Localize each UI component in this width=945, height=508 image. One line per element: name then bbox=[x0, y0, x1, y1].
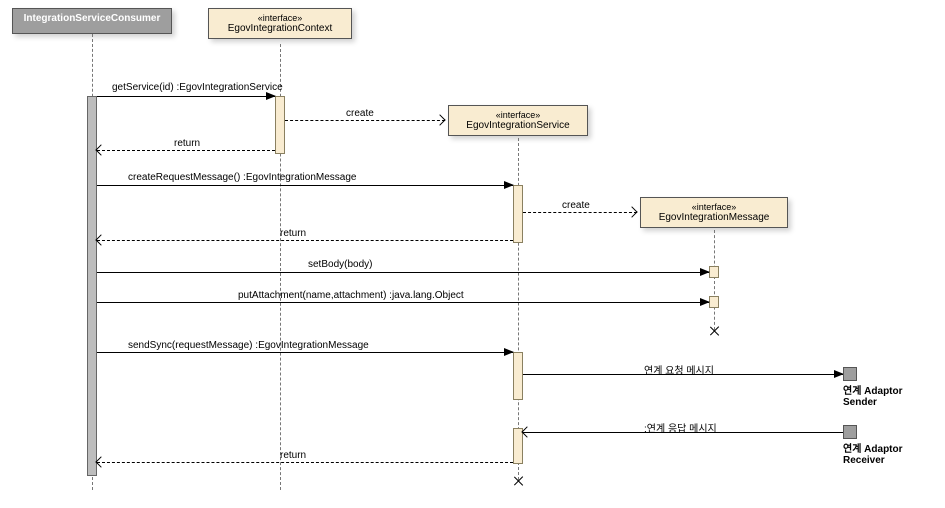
participant-message-name: EgovIntegrationMessage bbox=[659, 212, 770, 223]
receiver-box bbox=[843, 425, 857, 439]
msg-return3-label: return bbox=[280, 450, 306, 461]
msg-create2-label: create bbox=[562, 200, 590, 211]
msg-return1-label: return bbox=[174, 138, 200, 149]
activation-consumer bbox=[87, 96, 97, 476]
msg-setbody-arrowhead bbox=[700, 268, 710, 276]
sender-label: 연계 Adaptor Sender bbox=[843, 386, 923, 408]
activation-service-1 bbox=[513, 185, 523, 243]
participant-context-name: EgovIntegrationContext bbox=[228, 23, 333, 34]
msg-sendsync-arrow bbox=[97, 352, 513, 353]
participant-service-stereotype: «interface» bbox=[457, 110, 579, 120]
msg-getservice-arrow bbox=[97, 96, 275, 97]
msg-return1-arrowhead bbox=[95, 144, 106, 155]
msg-reply-arrowhead bbox=[521, 426, 532, 437]
msg-reply-label: :연계 응답 메시지 bbox=[644, 420, 717, 435]
msg-return3-arrow bbox=[97, 462, 513, 463]
msg-putattachment-arrowhead bbox=[700, 298, 710, 306]
msg-putattachment-label: putAttachment(name,attachment) :java.lan… bbox=[238, 290, 464, 301]
msg-create2-arrowhead bbox=[626, 206, 637, 217]
activation-service-2 bbox=[513, 352, 523, 400]
msg-create1-arrowhead bbox=[434, 114, 445, 125]
msg-create2-arrow bbox=[523, 212, 637, 213]
participant-service-name: EgovIntegrationService bbox=[466, 120, 569, 131]
activation-context bbox=[275, 96, 285, 154]
lifeline-message bbox=[714, 230, 715, 330]
msg-return3-arrowhead bbox=[95, 456, 106, 467]
msg-getservice-arrowhead bbox=[266, 92, 276, 100]
msg-return2-arrow bbox=[97, 240, 513, 241]
msg-setbody-label: setBody(body) bbox=[308, 259, 372, 270]
activation-msg-1 bbox=[709, 266, 719, 278]
msg-setbody-arrow bbox=[97, 272, 709, 273]
msg-return1-arrow bbox=[97, 150, 275, 151]
msg-create1-arrow bbox=[285, 120, 445, 121]
participant-context-stereotype: «interface» bbox=[217, 13, 343, 23]
msg-sendsync-label: sendSync(requestMessage) :EgovIntegratio… bbox=[128, 340, 369, 351]
msg-return2-label: return bbox=[280, 228, 306, 239]
participant-service: «interface» EgovIntegrationService bbox=[448, 105, 588, 136]
participant-consumer: IntegrationServiceConsumer bbox=[12, 8, 172, 34]
msg-createrequest-arrowhead bbox=[504, 181, 514, 189]
participant-context: «interface» EgovIntegrationContext bbox=[208, 8, 352, 39]
activation-msg-2 bbox=[709, 296, 719, 308]
msg-request-label: 연계 요청 메시지 bbox=[644, 362, 714, 377]
participant-consumer-name: IntegrationServiceConsumer bbox=[24, 13, 161, 24]
msg-return2-arrowhead bbox=[95, 234, 106, 245]
receiver-label: 연계 Adaptor Receiver bbox=[843, 444, 943, 466]
msg-createrequest-label: createRequestMessage() :EgovIntegrationM… bbox=[128, 172, 356, 183]
msg-createrequest-arrow bbox=[97, 185, 513, 186]
participant-message-stereotype: «interface» bbox=[649, 202, 779, 212]
msg-putattachment-arrow bbox=[97, 302, 709, 303]
participant-message: «interface» EgovIntegrationMessage bbox=[640, 197, 788, 228]
activation-service-3 bbox=[513, 428, 523, 464]
msg-getservice-label: getService(id) :EgovIntegrationService bbox=[112, 82, 283, 93]
destroy-service bbox=[512, 475, 524, 487]
msg-sendsync-arrowhead bbox=[504, 348, 514, 356]
destroy-message bbox=[708, 325, 720, 337]
msg-create1-label: create bbox=[346, 108, 374, 119]
sender-box bbox=[843, 367, 857, 381]
